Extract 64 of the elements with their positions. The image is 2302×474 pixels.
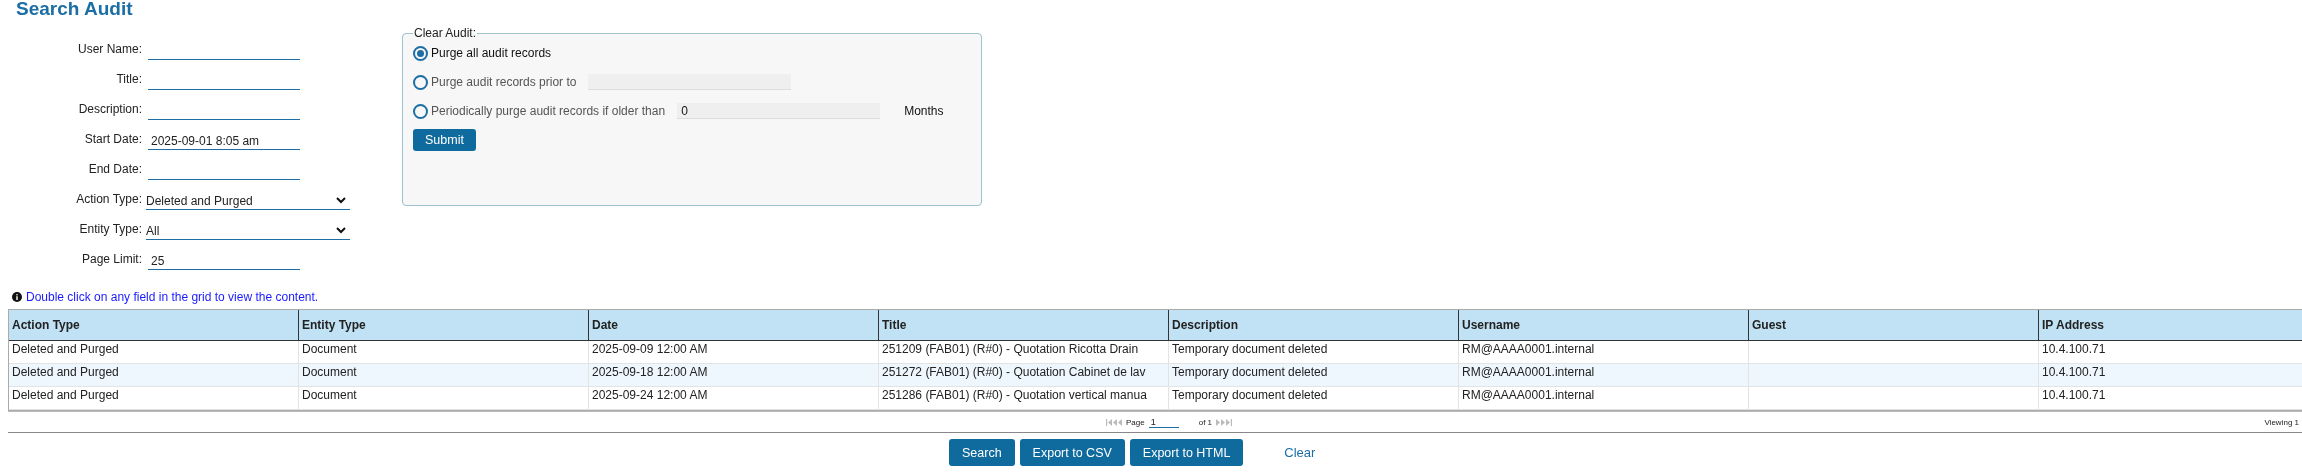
page-label: Page (1126, 417, 1145, 427)
table-cell: Document (302, 342, 357, 356)
radio-button[interactable] (413, 74, 428, 90)
column-header[interactable]: Description (1169, 310, 1459, 340)
field-label: Title: (115, 71, 143, 88)
action-button[interactable]: Export to HTML (1129, 439, 1244, 466)
column-header[interactable]: Title (879, 310, 1169, 340)
table-cell: 251209 (FAB01) (R#0) - Quotation Ricotta Drain (882, 342, 1139, 356)
table-cell: Deleted and Purged (12, 388, 119, 402)
radio-button[interactable] (413, 103, 428, 119)
input-field[interactable]: 2025-09-01 8:05 am (148, 132, 300, 150)
unit-label: Months (904, 104, 944, 118)
table-cell: RM@AAAA0001.internal (1462, 388, 1595, 402)
option-label: Periodically purge audit records if older than (431, 104, 666, 118)
column-header[interactable]: Date (589, 310, 879, 340)
table-cell: Document (302, 365, 357, 379)
info-icon (12, 292, 22, 302)
column-header[interactable]: Guest (1749, 310, 2039, 340)
field-label: Start Date: (83, 131, 143, 148)
table-cell: Temporary document deleted (1172, 342, 1328, 356)
dropdown[interactable]: All (146, 222, 350, 240)
caret-icon (336, 197, 346, 204)
record-count: Viewing 1 (2264, 417, 2299, 427)
field-label: Description: (77, 101, 143, 118)
input-field[interactable]: 0 (677, 103, 881, 119)
column-header[interactable]: Entity Type (299, 310, 589, 340)
page-field[interactable]: 1 (1148, 416, 1179, 428)
column-header[interactable]: Username (1459, 310, 1749, 340)
field-label: Action Type: (75, 191, 143, 208)
caret-icon (336, 227, 346, 234)
table-cell: 251272 (FAB01) (R#0) - Quotation Cabinet de lav (882, 365, 1146, 379)
table-cell: 251286 (FAB01) (R#0) - Quotation vertical manua (882, 388, 1147, 402)
field-label: User Name: (77, 41, 143, 58)
table-cell: 2025-09-18 12:00 AM (592, 365, 708, 379)
submit-button[interactable]: Submit (413, 129, 476, 151)
clear-link[interactable]: Clear (1284, 445, 1316, 460)
column-header[interactable]: Action Type (9, 310, 299, 340)
column-header[interactable]: IP Address (2039, 310, 2302, 340)
table-cell: 2025-09-09 12:00 AM (592, 342, 708, 356)
table-cell: Temporary document deleted (1172, 365, 1328, 379)
action-button[interactable]: Export to CSV (1019, 439, 1125, 466)
field-label: Entity Type: (78, 221, 143, 238)
page-title: Search Audit (16, 0, 133, 21)
field-label: End Date: (87, 161, 143, 178)
table-cell: RM@AAAA0001.internal (1462, 342, 1595, 356)
table-cell: 10.4.100.71 (2042, 365, 2106, 379)
table-cell: 10.4.100.71 (2042, 342, 2106, 356)
table-cell: Deleted and Purged (12, 365, 119, 379)
table-cell: Deleted and Purged (12, 342, 119, 356)
table-cell: Temporary document deleted (1172, 388, 1328, 402)
table-cell: 2025-09-24 12:00 AM (592, 388, 708, 402)
hint-text: Double click on any field in the grid to view the content. (26, 290, 319, 304)
field-label: Page Limit: (80, 251, 143, 268)
radio-button[interactable] (413, 45, 428, 61)
input-field[interactable]: 25 (148, 252, 300, 270)
option-label: Purge all audit records (431, 46, 552, 60)
dropdown[interactable]: Deleted and Purged (146, 192, 350, 210)
panel-legend: Clear Audit: (413, 26, 478, 40)
option-label: Purge audit records prior to (431, 75, 577, 89)
page-count: of 1 (1198, 417, 1213, 427)
action-button[interactable]: Search (949, 439, 1015, 466)
table-cell: 10.4.100.71 (2042, 388, 2106, 402)
table-cell: Document (302, 388, 357, 402)
table-cell: RM@AAAA0001.internal (1462, 365, 1595, 379)
